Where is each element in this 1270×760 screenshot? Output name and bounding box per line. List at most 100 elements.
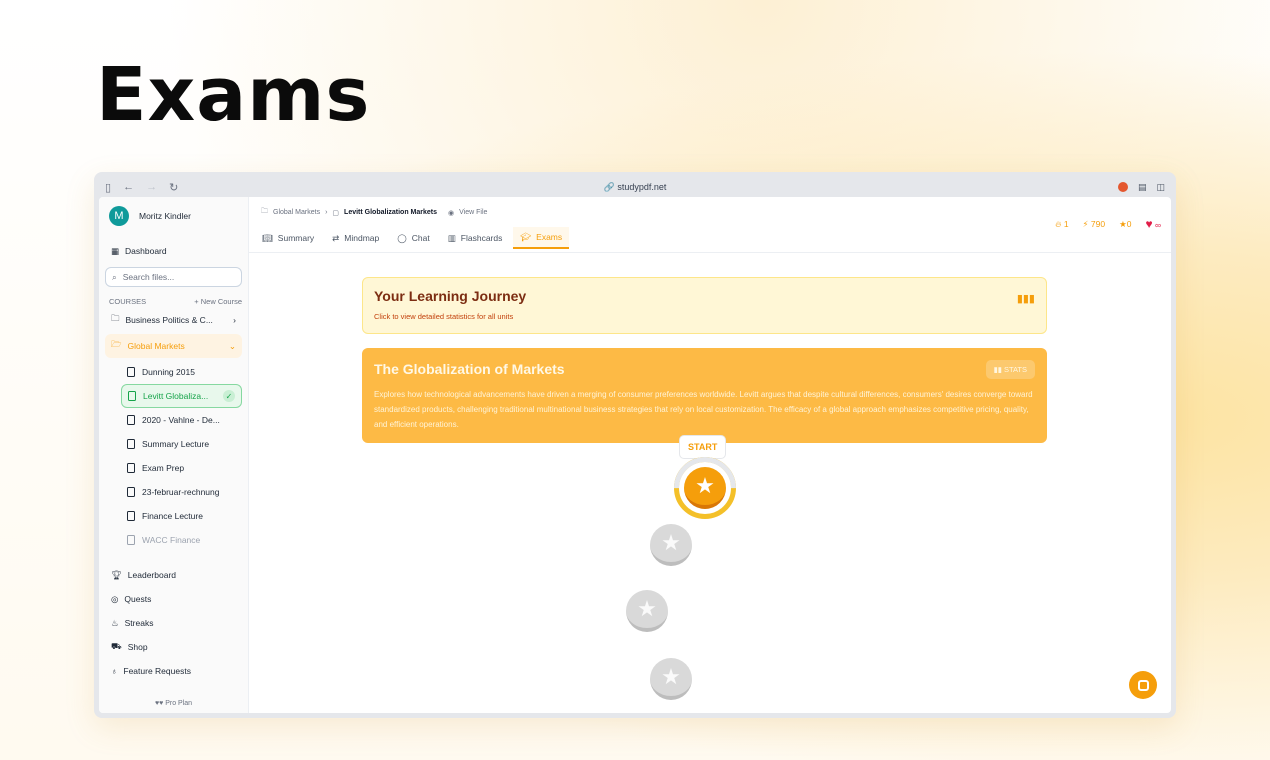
sidebar-item-label: Shop [127,642,148,652]
file-icon [127,415,135,425]
bar-chart-icon: ▮▮▮ [1016,293,1035,305]
learning-journey-card[interactable]: Your Learning Journey Click to view deta… [362,277,1047,334]
sidebar-item-shop[interactable]: ⛟ Shop [99,635,248,659]
eye-icon: ◉ [448,209,455,217]
sidebar: M Moritz Kindler ▦ Dashboard ⌕ Search fi… [99,197,249,713]
hearts-stat[interactable]: ♥ ∞ [1145,217,1161,231]
chat-icon [1137,679,1149,691]
graduation-cap-icon: 🎓︎ [520,231,532,242]
lesson-node-locked[interactable]: ★ [650,524,692,566]
stats-button[interactable]: ▮▮ STATS [985,360,1035,379]
search-input[interactable]: ⌕ Search files... [105,267,242,287]
file-icon [128,391,136,401]
url-text: studypdf.net [617,181,667,192]
tab-label: Flashcards [460,233,503,243]
unit-title: The Globalization of Markets [374,361,565,377]
breadcrumb-file: Levitt Globalization Markets [344,209,438,216]
folder-open-icon: 🗁 [111,339,122,349]
file-item-active[interactable]: Levitt Globaliza... ✓ [121,384,242,408]
tab-summary[interactable]: 📖︎ Summary [255,227,321,249]
heart-icon: ♥ [1145,217,1153,231]
file-label: 2020 - Vahlne - De... [142,415,220,425]
user-profile[interactable]: M Moritz Kindler [99,197,248,235]
tab-flashcards[interactable]: ▥ Flashcards [441,227,510,249]
trophy-icon: 🏆︎ [111,569,122,580]
tab-label: Exams [536,232,563,242]
xp-count: 790 [1090,218,1106,229]
sidebar-item-label: Streaks [124,618,154,628]
course-item-active[interactable]: 🗁 Global Markets ⌄ [105,334,242,358]
file-item[interactable]: Summary Lecture [99,432,248,456]
flame-icon: ♨ [111,617,119,628]
sidebar-item-dashboard[interactable]: ▦ Dashboard [99,239,248,263]
bar-chart-icon: ▮▮ [993,365,1002,374]
hearts-icon: ♥♥ [154,700,164,707]
xp-stat[interactable]: ⚡︎ 790 [1083,219,1106,230]
breadcrumb: 🗀 Global Markets › ▢ Levitt Globalizatio… [261,207,487,218]
courses-heading: COURSES [109,297,147,306]
streak-stat[interactable]: 🔥︎ 1 [1055,219,1068,230]
star-icon: ★ [637,596,657,621]
tab-mindmap[interactable]: ⇄ Mindmap [325,227,386,249]
file-item[interactable]: Dunning 2015 [99,360,248,384]
file-label: Dunning 2015 [142,367,195,377]
user-name: Moritz Kindler [139,211,191,221]
sidebar-item-streaks[interactable]: ♨ Streaks [99,611,248,635]
cart-icon: ⛟ [111,641,122,651]
app-window: M Moritz Kindler ▦ Dashboard ⌕ Search fi… [99,197,1171,713]
plan-label: Pro Plan [165,700,193,707]
plan-badge: ♥♥ Pro Plan [99,700,248,707]
lightning-icon: ⚡︎ [1082,218,1089,229]
chevron-right-icon: › [233,315,236,325]
user-stats: 🔥︎ 1 ⚡︎ 790 ★0 ♥ ∞ [1055,217,1161,231]
tab-exams[interactable]: 🎓︎ Exams [513,227,570,249]
lesson-node-locked[interactable]: ★ [650,658,692,700]
sidebar-item-label: Quests [124,594,152,604]
page-hero-title: Exams [96,52,371,138]
star-icon: ★ [1119,218,1127,229]
sidebar-item-label: Dashboard [125,246,167,256]
tab-label: Mindmap [344,233,380,243]
journey-subtitle: Click to view detailed statistics for al… [374,312,514,321]
lightbulb-icon: ♁ [111,666,118,676]
new-course-button[interactable]: + New Course [194,297,242,306]
file-item[interactable]: Finance Lecture [99,504,248,528]
book-icon: 📖︎ [262,232,273,243]
file-item[interactable]: Exam Prep [99,456,248,480]
file-label: Exam Prep [142,463,185,473]
unit-description: Explores how technological advancements … [374,390,1033,429]
lesson-node-locked[interactable]: ★ [626,590,668,632]
view-file-link[interactable]: View File [459,209,487,216]
sidebar-item-leaderboard[interactable]: 🏆︎ Leaderboard [99,563,248,587]
folder-icon: 🗀 [111,313,120,323]
chevron-right-icon: › [325,209,328,216]
course-label: Global Markets [127,341,185,351]
search-placeholder: Search files... [122,272,175,282]
tab-chat[interactable]: ◯ Chat [390,227,436,249]
stars-count: 0 [1126,218,1132,229]
avatar: M [109,206,129,226]
file-item[interactable]: WACC Finance [99,528,248,552]
file-icon: ▢ [332,209,340,217]
course-item[interactable]: 🗀 Business Politics & C... › [99,308,248,332]
file-item[interactable]: 23-februar-rechnung [99,480,248,504]
file-item[interactable]: 2020 - Vahlne - De... [99,408,248,432]
flame-icon: 🔥︎ [1055,218,1062,229]
lesson-node-current[interactable]: ★ [674,457,736,519]
address-bar[interactable]: 🔗 studypdf.net [99,182,1171,193]
file-icon [127,487,135,497]
support-chat-button[interactable] [1129,671,1157,699]
file-label: Levitt Globaliza... [143,391,209,401]
start-tooltip: START [679,435,727,459]
check-icon: ✓ [223,390,235,402]
hearts-count: ∞ [1154,220,1161,230]
tab-bar: 📖︎ Summary ⇄ Mindmap ◯ Chat ▥ Flashcards 🎓︎ E… [255,227,570,249]
flashcards-icon: ▥ [447,232,456,243]
chevron-down-icon: ⌄ [228,340,236,351]
stars-stat[interactable]: ★0 [1119,219,1131,230]
sidebar-item-feature-requests[interactable]: ♁ Feature Requests [99,659,248,683]
search-icon: ⌕ [112,271,117,282]
tab-label: Summary [277,233,315,243]
breadcrumb-course[interactable]: Global Markets [273,209,320,216]
sidebar-item-quests[interactable]: ◎ Quests [99,587,248,611]
